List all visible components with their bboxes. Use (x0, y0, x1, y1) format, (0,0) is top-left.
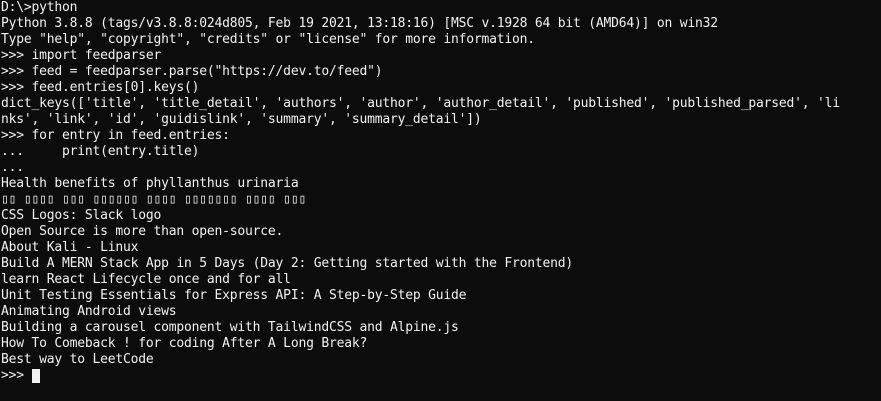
output-line: ... (1, 160, 24, 175)
output-line: Best way to LeetCode (1, 352, 154, 367)
input-line[interactable]: >>> (1, 368, 881, 384)
output-line: >>> feed.entries[0].keys() (1, 80, 200, 95)
terminal-output: D:\>python Python 3.8.8 (tags/v3.8.8:024… (0, 0, 881, 384)
output-line: How To Comeback ! for coding After A Lon… (1, 336, 368, 351)
output-line: ▯▯ ▯▯▯▯ ▯▯▯ ▯▯▯▯▯▯ ▯▯▯▯ ▯▯▯▯▯▯▯ ▯▯▯▯ ▯▯▯ (1, 192, 307, 207)
output-line: D:\>python (1, 0, 78, 15)
output-line: Build A MERN Stack App in 5 Days (Day 2:… (1, 256, 573, 271)
output-line: Unit Testing Essentials for Express API:… (1, 288, 467, 303)
output-line: >>> for entry in feed.entries: (1, 128, 230, 143)
output-line: CSS Logos: Slack logo (1, 208, 162, 223)
output-line: >>> feed = feedparser.parse("https://dev… (1, 64, 383, 79)
output-line: ... print(entry.title) (1, 144, 200, 159)
output-line: >>> import feedparser (1, 48, 162, 63)
output-line: Type "help", "copyright", "credits" or "… (1, 32, 535, 47)
output-line: Open Source is more than open-source. (1, 224, 284, 239)
output-line: Animating Android views (1, 304, 177, 319)
output-line: nks', 'link', 'id', 'guidislink', 'summa… (1, 112, 482, 127)
output-line: learn React Lifecycle once and for all (1, 272, 291, 287)
prompt: >>> (1, 368, 32, 383)
output-line: About Kali - Linux (1, 240, 139, 255)
output-line: Python 3.8.8 (tags/v3.8.8:024d805, Feb 1… (1, 16, 718, 31)
text-cursor (31, 369, 40, 383)
terminal-window[interactable]: D:\>python Python 3.8.8 (tags/v3.8.8:024… (0, 0, 881, 401)
output-line: Building a carousel component with Tailw… (1, 320, 459, 335)
output-line: dict_keys(['title', 'title_detail', 'aut… (1, 96, 840, 111)
output-line: Health benefits of phyllanthus urinaria (1, 176, 299, 191)
